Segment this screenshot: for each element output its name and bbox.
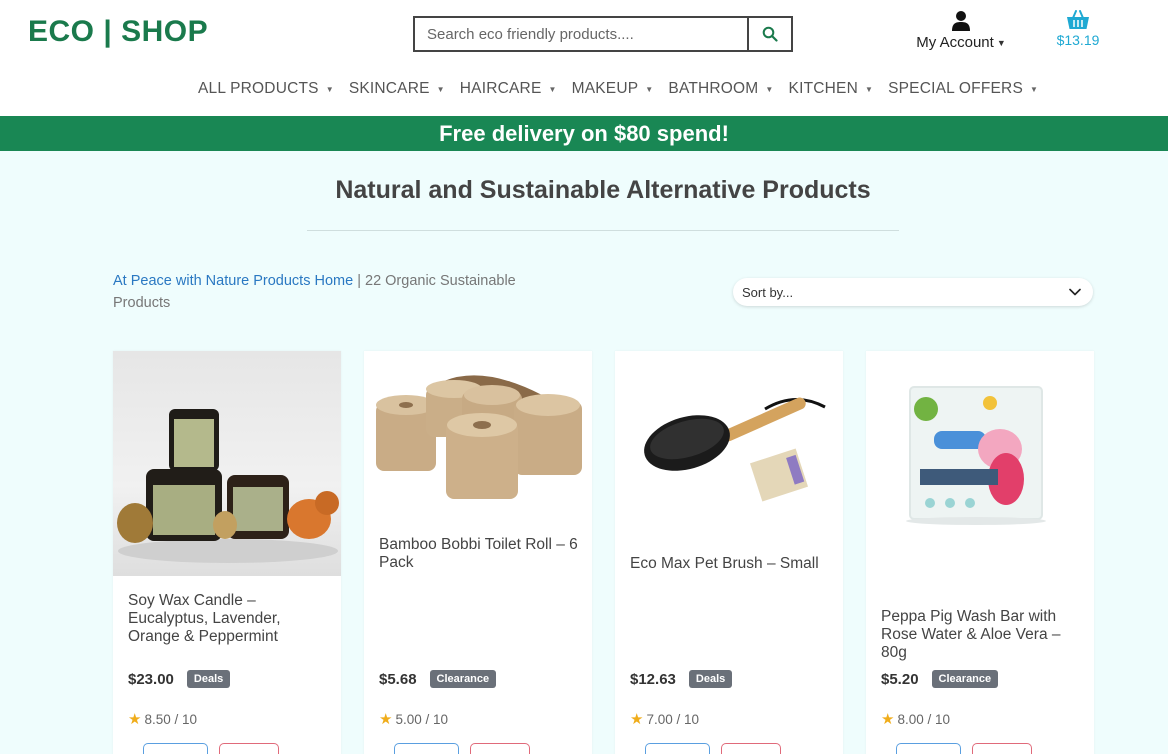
price-row: $5.68 Clearance — [379, 670, 497, 688]
search-icon — [762, 26, 778, 42]
rating-value: 7.00 / 10 — [646, 711, 699, 727]
nav-label: MAKEUP — [571, 80, 639, 97]
rating-value: 8.00 / 10 — [897, 711, 950, 727]
basket-icon — [1067, 10, 1089, 29]
rating-value: 8.50 / 10 — [144, 711, 197, 727]
product-rating: ★ 5.00 / 10 — [379, 710, 448, 728]
user-icon — [952, 11, 970, 31]
product-name[interactable]: Bamboo Bobbi Toilet Roll – 6 Pack — [379, 536, 579, 572]
search-bar — [413, 16, 793, 52]
caret-down-icon: ▼ — [436, 84, 445, 94]
page-title: Natural and Sustainable Alternative Prod… — [335, 176, 871, 204]
product-price: $5.20 — [881, 670, 919, 688]
rating-value: 5.00 / 10 — [395, 711, 448, 727]
site-header: ECO | SHOP My Account▼ $13.19 ALL PRODUC… — [0, 0, 1168, 116]
product-card[interactable]: Soy Wax Candle – Eucalyptus, Lavender, O… — [113, 351, 341, 754]
main-nav: ALL PRODUCTS ▼ SKINCARE ▼ HAIRCARE ▼ MAKEUP… — [192, 80, 1047, 98]
product-image[interactable] — [866, 351, 1094, 581]
price-row: $23.00 Deals — [128, 670, 231, 688]
nav-item-makeup[interactable]: MAKEUP ▼ — [566, 80, 663, 98]
product-card[interactable]: Eco Max Pet Brush – Small $12.63 Deals ★… — [615, 351, 843, 754]
nav-label: KITCHEN — [788, 80, 858, 97]
cart-button[interactable]: $13.19 — [1054, 10, 1102, 48]
card-action-button[interactable] — [394, 743, 459, 754]
divider — [307, 230, 899, 231]
price-row: $5.20 Clearance — [881, 670, 999, 688]
caret-down-icon: ▼ — [645, 84, 654, 94]
nav-item-kitchen[interactable]: KITCHEN ▼ — [783, 80, 883, 98]
site-logo[interactable]: ECO | SHOP — [28, 15, 208, 49]
card-action-button[interactable] — [143, 743, 208, 754]
breadcrumb-separator: | — [353, 273, 365, 289]
star-icon: ★ — [881, 711, 895, 728]
breadcrumb-home-link[interactable]: At Peace with Nature Products Home — [113, 273, 353, 289]
card-action-button[interactable] — [470, 743, 530, 754]
card-action-button[interactable] — [721, 743, 781, 754]
product-price: $12.63 — [630, 670, 676, 688]
status-badge: Clearance — [931, 670, 999, 688]
card-action-button[interactable] — [645, 743, 710, 754]
star-icon: ★ — [128, 711, 142, 728]
star-icon: ★ — [630, 711, 644, 728]
product-card[interactable]: Bamboo Bobbi Toilet Roll – 6 Pack $5.68 … — [364, 351, 592, 754]
nav-item-all-products[interactable]: ALL PRODUCTS ▼ — [192, 80, 343, 98]
product-image[interactable] — [113, 351, 341, 576]
status-badge: Deals — [688, 670, 733, 688]
status-badge: Clearance — [429, 670, 497, 688]
card-action-button[interactable] — [219, 743, 279, 754]
sort-label: Sort by... — [742, 284, 794, 300]
nav-label: ALL PRODUCTS — [198, 80, 319, 97]
nav-label: SKINCARE — [348, 80, 430, 97]
caret-down-icon: ▼ — [1029, 84, 1039, 94]
account-menu[interactable]: My Account ▼ — [906, 10, 1016, 52]
nav-item-skincare[interactable]: SKINCARE ▼ — [343, 80, 454, 98]
caret-down-icon: ▼ — [864, 84, 874, 94]
breadcrumb: At Peace with Nature Products Home | 22 … — [113, 270, 553, 314]
caret-down-icon: ▼ — [996, 37, 1006, 48]
star-icon: ★ — [379, 711, 393, 728]
promo-banner: Free delivery on $80 spend! — [0, 116, 1168, 151]
search-input[interactable] — [413, 16, 747, 52]
price-row: $12.63 Deals — [630, 670, 733, 688]
product-name[interactable]: Peppa Pig Wash Bar with Rose Water & Alo… — [881, 608, 1081, 662]
card-action-button[interactable] — [896, 743, 961, 754]
chevron-down-icon — [1069, 288, 1081, 296]
product-price: $23.00 — [128, 670, 174, 688]
product-image[interactable] — [615, 351, 843, 531]
account-label: My Account — [916, 34, 994, 51]
product-image[interactable] — [364, 351, 592, 503]
caret-down-icon: ▼ — [325, 84, 334, 94]
product-grid: Soy Wax Candle – Eucalyptus, Lavender, O… — [113, 351, 1094, 754]
nav-item-bathroom[interactable]: BATHROOM ▼ — [662, 80, 782, 98]
nav-label: BATHROOM — [668, 80, 759, 97]
product-price: $5.68 — [379, 670, 417, 688]
product-name[interactable]: Soy Wax Candle – Eucalyptus, Lavender, O… — [128, 592, 328, 646]
caret-down-icon: ▼ — [765, 84, 774, 94]
product-rating: ★ 7.00 / 10 — [630, 710, 699, 728]
caret-down-icon: ▼ — [548, 84, 557, 94]
product-name[interactable]: Eco Max Pet Brush – Small — [630, 555, 830, 573]
sort-dropdown[interactable]: Sort by... — [733, 278, 1093, 306]
cart-total: $13.19 — [1056, 32, 1100, 48]
nav-item-special-offers[interactable]: SPECIAL OFFERS ▼ — [882, 80, 1047, 98]
search-button[interactable] — [747, 16, 793, 52]
card-action-button[interactable] — [972, 743, 1032, 754]
product-card[interactable]: Peppa Pig Wash Bar with Rose Water & Alo… — [866, 351, 1094, 754]
nav-label: HAIRCARE — [459, 80, 542, 97]
product-rating: ★ 8.00 / 10 — [881, 710, 950, 728]
nav-item-haircare[interactable]: HAIRCARE ▼ — [454, 80, 566, 98]
product-rating: ★ 8.50 / 10 — [128, 710, 197, 728]
nav-label: SPECIAL OFFERS — [888, 80, 1023, 97]
status-badge: Deals — [186, 670, 231, 688]
